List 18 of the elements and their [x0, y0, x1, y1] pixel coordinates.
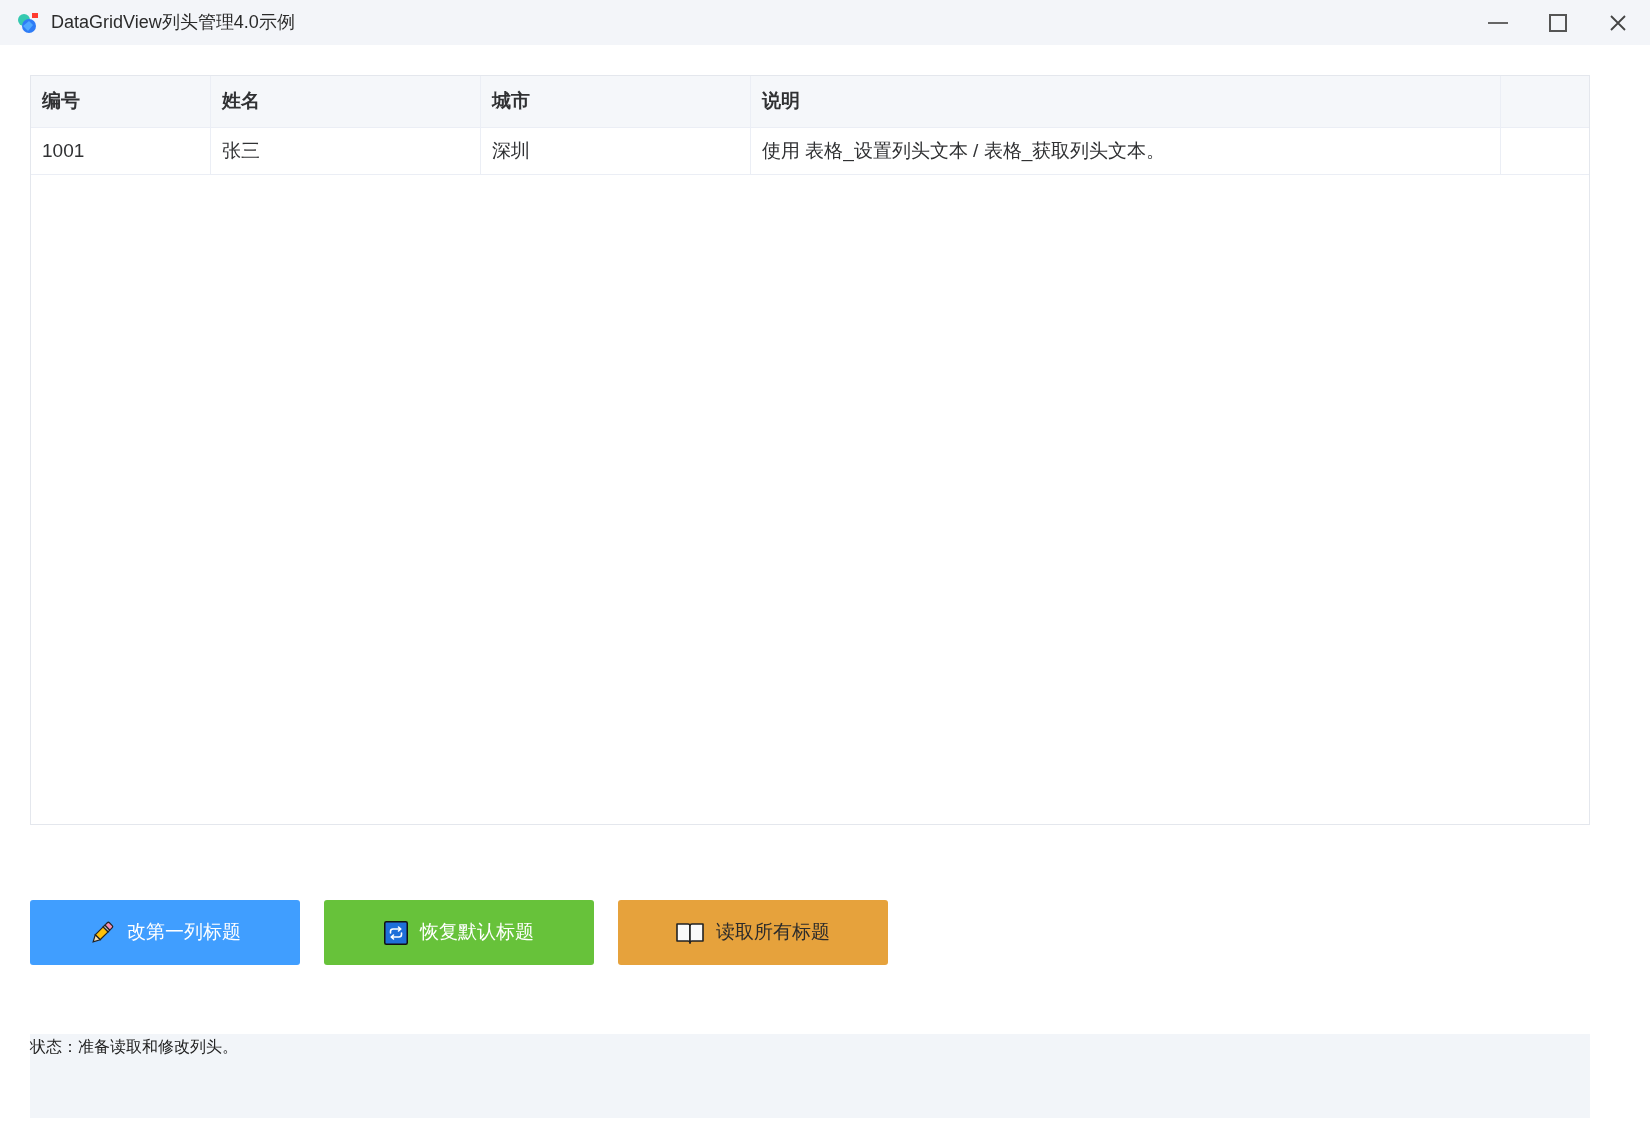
pencil-icon — [89, 919, 115, 946]
action-button[interactable]: 读取所有标题 — [618, 900, 888, 965]
app-logo-icon — [17, 11, 39, 34]
table-cell: 1001 — [31, 128, 211, 174]
table-cell: 使用 表格_设置列头文本 / 表格_获取列头文本。 — [751, 128, 1501, 174]
maximize-icon — [1549, 13, 1567, 32]
close-icon — [1610, 14, 1626, 31]
open-book-icon — [676, 920, 704, 945]
repeat-arrows-icon — [384, 920, 408, 945]
column-header[interactable]: 编号 — [31, 76, 211, 127]
minimize-icon — [1488, 21, 1508, 24]
column-header[interactable]: 城市 — [481, 76, 751, 127]
table-cell: 深圳 — [481, 128, 751, 174]
window-title: DataGridView列头管理4.0示例 — [51, 11, 295, 34]
column-header[interactable]: 姓名 — [211, 76, 481, 127]
column-header[interactable]: 说明 — [751, 76, 1501, 127]
status-text: 状态：准备读取和修改列头。 — [30, 1038, 238, 1055]
table-cell: 张三 — [211, 128, 481, 174]
